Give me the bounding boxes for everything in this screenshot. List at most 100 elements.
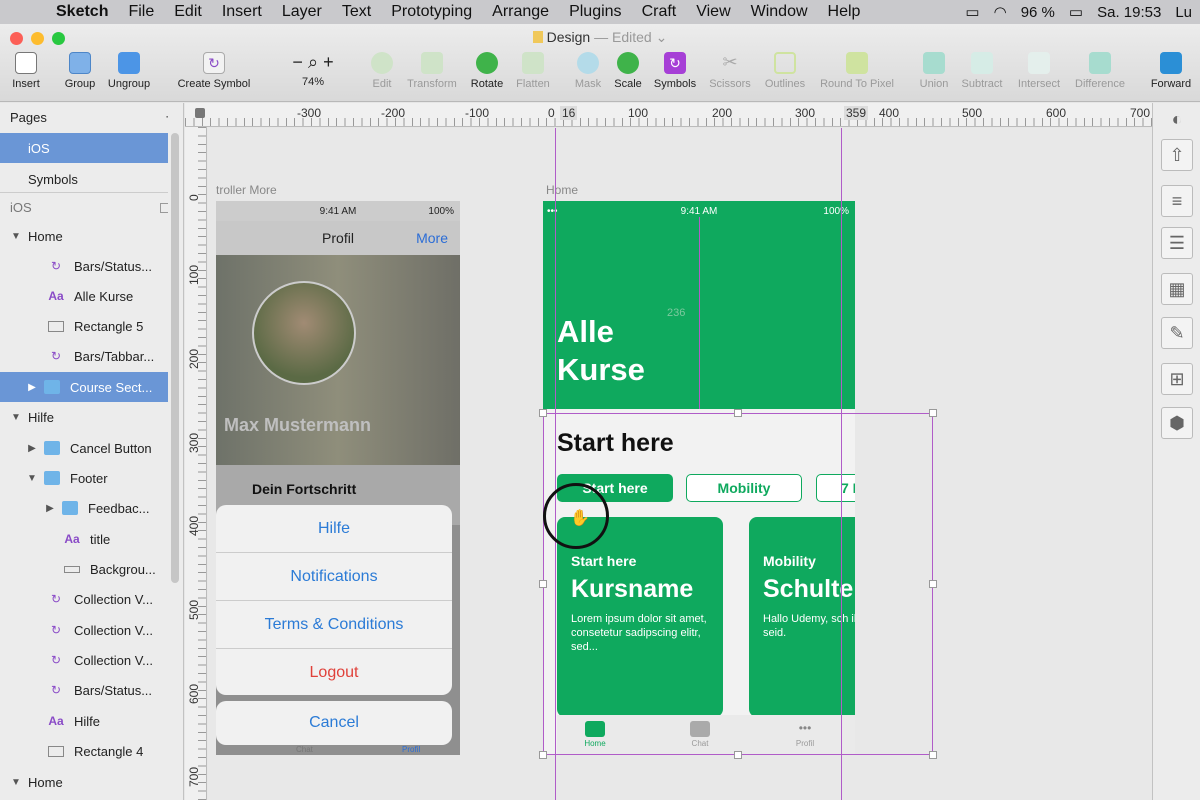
resize-handle[interactable] <box>929 409 937 417</box>
resize-handle[interactable] <box>539 409 547 417</box>
layer-row[interactable]: Aa Hilfe <box>0 706 168 736</box>
battery-percent[interactable]: 96 % <box>1021 4 1055 21</box>
menu-plugins[interactable]: Plugins <box>559 3 631 21</box>
zoom-control[interactable]: − ⌕ + 74% <box>278 52 348 88</box>
layer-row[interactable]: Rectangle 5 <box>0 311 168 341</box>
page-ios[interactable]: iOS <box>0 133 168 163</box>
collapse-icon[interactable] <box>160 202 168 213</box>
battery-icon[interactable]: ▭ <box>1069 3 1083 21</box>
layer-row[interactable]: ↻ Bars/Tabbar... <box>0 341 168 371</box>
group-button[interactable]: Group <box>60 52 100 90</box>
guide-line[interactable] <box>555 128 556 800</box>
current-page-header[interactable]: iOS <box>0 192 168 222</box>
user-menu[interactable]: Lu <box>1175 4 1192 21</box>
menu-help[interactable]: Help <box>818 3 871 21</box>
layer-row[interactable]: ↻ Bars/Status... <box>0 251 168 281</box>
sheet-item-hilfe[interactable]: Hilfe <box>216 505 452 553</box>
artboard-more[interactable]: 9:41 AM 100% Profil More Max Mustermann … <box>216 201 460 755</box>
disclosure-open-icon[interactable]: ▼ <box>26 473 38 484</box>
disclosure-open-icon[interactable]: ▼ <box>10 777 22 788</box>
disclosure-open-icon[interactable]: ▼ <box>10 231 22 242</box>
tab-chat[interactable]: Chat <box>296 745 313 754</box>
page-symbols[interactable]: Symbols <box>0 164 168 194</box>
layer-row[interactable]: ▼ Hilfe <box>0 402 168 432</box>
edit-button[interactable]: Edit <box>366 52 398 90</box>
document-status[interactable]: — Edited ⌄ <box>594 29 667 45</box>
layer-row[interactable]: ▼ Home <box>0 767 168 797</box>
disclosure-closed-icon[interactable]: ▶ <box>44 503 56 514</box>
round-to-pixel-button[interactable]: Round To Pixel <box>814 52 900 90</box>
layer-row[interactable]: ▶ Cancel Button <box>0 433 168 463</box>
layer-row[interactable]: Rectangle 4 <box>0 736 168 766</box>
resize-handle[interactable] <box>734 751 742 759</box>
menu-arrange[interactable]: Arrange <box>482 3 559 21</box>
rotate-button[interactable]: Rotate <box>466 52 508 90</box>
airplay-icon[interactable]: ▭ <box>965 3 979 21</box>
resize-handle[interactable] <box>734 409 742 417</box>
menu-file[interactable]: File <box>118 3 164 21</box>
layer-row[interactable]: Backgrou... <box>0 554 168 584</box>
sheet-item-notifications[interactable]: Notifications <box>216 553 452 601</box>
artboard-label-home[interactable]: Home <box>546 183 578 197</box>
forward-button[interactable]: Forward <box>1146 52 1196 90</box>
subtract-button[interactable]: Subtract <box>956 52 1008 90</box>
menu-view[interactable]: View <box>686 3 740 21</box>
disclosure-closed-icon[interactable]: ▶ <box>26 443 38 454</box>
layer-row[interactable]: ↻ Collection V... <box>0 584 168 614</box>
layer-row[interactable]: Aa Alle Kurse <box>0 281 168 311</box>
flatten-button[interactable]: Flatten <box>512 52 554 90</box>
menu-app[interactable]: Sketch <box>46 3 118 21</box>
intersect-button[interactable]: Intersect <box>1012 52 1066 90</box>
export-icon[interactable]: ⇧ <box>1161 139 1193 171</box>
selection-box[interactable] <box>543 413 933 755</box>
ungroup-button[interactable]: Ungroup <box>104 52 154 90</box>
sheet-item-logout[interactable]: Logout <box>216 649 452 697</box>
transform-button[interactable]: Transform <box>402 52 462 90</box>
symbols-button[interactable]: ↻ Symbols <box>650 52 700 90</box>
align-icon[interactable]: ≡ <box>1161 185 1193 217</box>
resize-handle[interactable] <box>929 580 937 588</box>
outlines-button[interactable]: Outlines <box>760 52 810 90</box>
vertical-ruler[interactable]: 0 100 200 300 400 500 600 700 <box>185 127 207 800</box>
zoom-out-button[interactable]: − <box>292 52 303 72</box>
resize-handle[interactable] <box>539 580 547 588</box>
add-page-button[interactable]: + <box>165 107 168 128</box>
grid-icon[interactable]: ▦ <box>1161 273 1193 305</box>
layers-scrollbar[interactable] <box>171 133 179 583</box>
layer-row[interactable]: ↻ Collection V... <box>0 615 168 645</box>
layer-row[interactable]: Aa title <box>0 524 168 554</box>
menu-craft[interactable]: Craft <box>632 3 687 21</box>
menu-layer[interactable]: Layer <box>272 3 332 21</box>
add-image-icon[interactable]: ⊞ <box>1161 363 1193 395</box>
list-icon[interactable]: ☰ <box>1161 227 1193 259</box>
document-name[interactable]: Design <box>547 29 591 45</box>
nav-more-link[interactable]: More <box>416 230 448 246</box>
difference-button[interactable]: Difference <box>1070 52 1130 90</box>
menu-text[interactable]: Text <box>332 3 381 21</box>
layer-row-selected[interactable]: ▶ Course Sect... <box>0 372 168 402</box>
menu-insert[interactable]: Insert <box>212 3 272 21</box>
scissors-button[interactable]: ✂ Scissors <box>704 52 756 90</box>
edit-image-icon[interactable]: ✎ <box>1161 317 1193 349</box>
design-canvas[interactable]: troller More 9:41 AM 100% Profil More Ma… <box>208 128 1152 800</box>
mask-button[interactable]: Mask <box>570 52 606 90</box>
disclosure-closed-icon[interactable]: ▶ <box>26 382 38 393</box>
craft-icon[interactable]: ◐ <box>1161 103 1193 135</box>
menu-edit[interactable]: Edit <box>164 3 212 21</box>
guide-line[interactable] <box>841 128 842 800</box>
layer-row[interactable]: ↻ Bars/Status... <box>0 675 168 705</box>
wifi-icon[interactable]: ◠ <box>994 3 1007 21</box>
insert-button[interactable]: Insert <box>6 52 46 90</box>
menu-prototyping[interactable]: Prototyping <box>381 3 482 21</box>
menu-window[interactable]: Window <box>741 3 818 21</box>
horizontal-ruler[interactable]: -300 -200 -100 0 16 100 200 300 359 400 … <box>185 103 1152 127</box>
resize-handle[interactable] <box>929 751 937 759</box>
artboard-label-more[interactable]: troller More <box>216 183 277 197</box>
tab-profil[interactable]: Profil <box>402 745 420 754</box>
cancel-button[interactable]: Cancel <box>216 701 452 745</box>
union-button[interactable]: Union <box>914 52 954 90</box>
resize-handle[interactable] <box>539 751 547 759</box>
layer-row[interactable]: ↻ Collection V... <box>0 645 168 675</box>
scale-button[interactable]: Scale <box>610 52 646 90</box>
zoom-in-button[interactable]: + <box>323 52 334 72</box>
